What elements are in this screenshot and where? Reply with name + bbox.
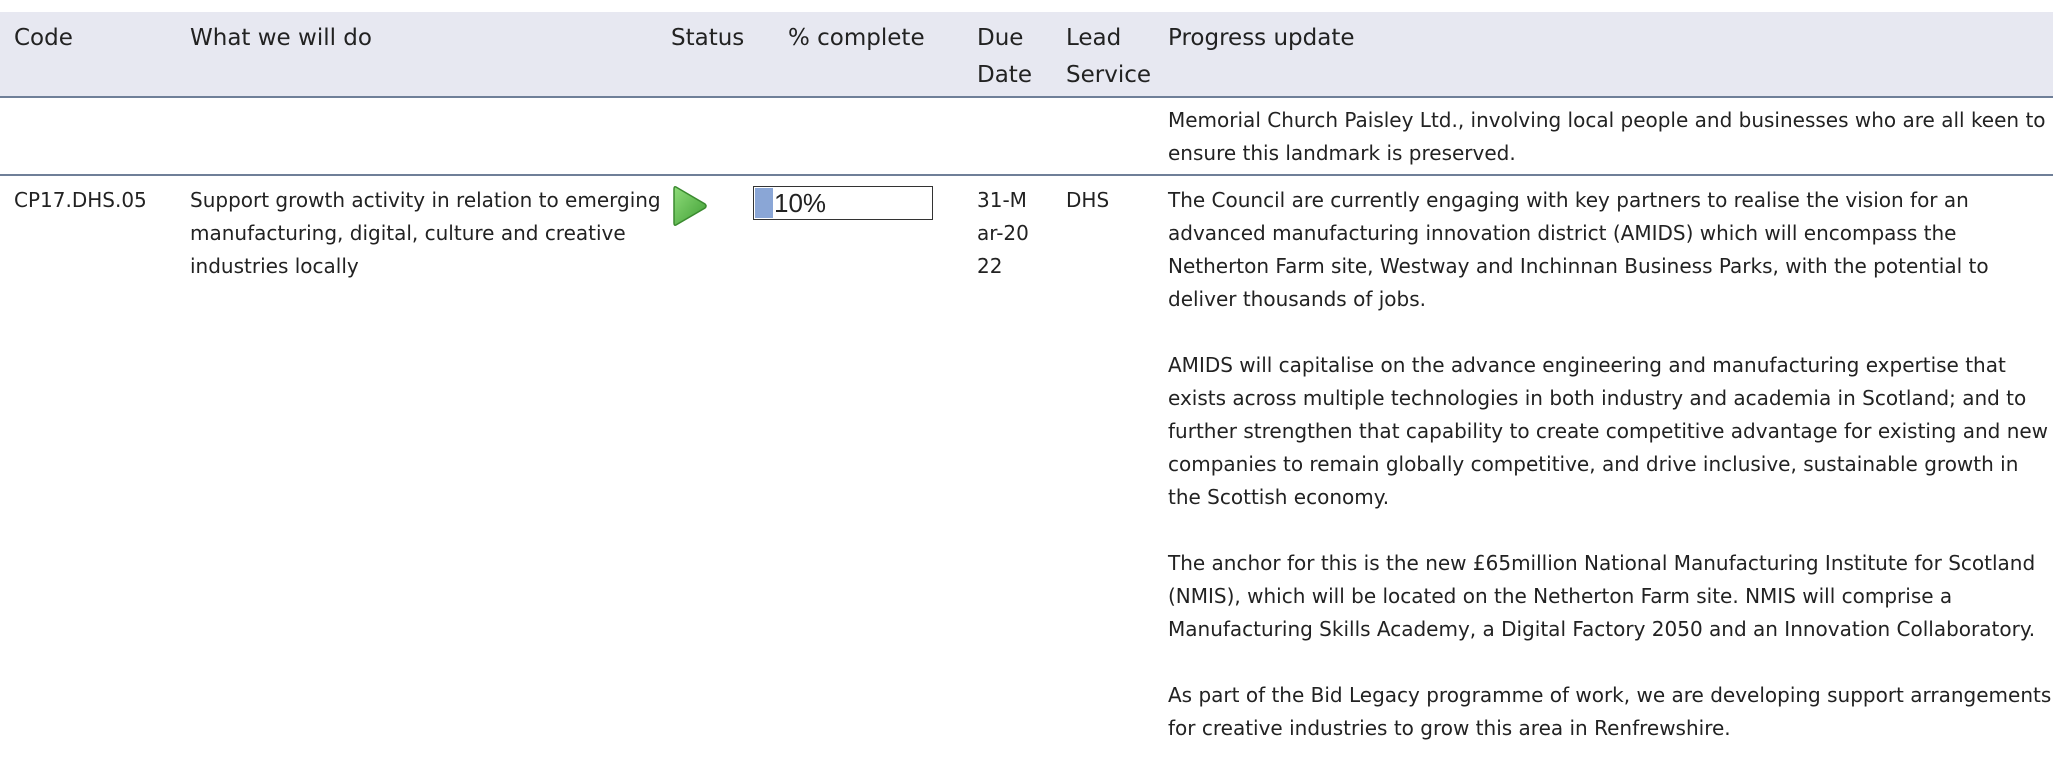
header-lead-service: Lead Service (1066, 25, 1152, 88)
header-due-date: Due Date (977, 25, 1032, 88)
table-row: CP17.DHS.05 Support growth activity in r… (0, 176, 2053, 775)
report-page: Code What we will do Status % complete D… (0, 0, 2053, 775)
progress-update-continued: Memorial Church Paisley Ltd., involving … (1168, 108, 2046, 165)
header-progress-update: Progress update (1168, 25, 1355, 51)
header-percent-complete: % complete (788, 25, 925, 51)
progress-paragraph: As part of the Bid Legacy programme of w… (1168, 683, 2052, 740)
row-lead-service: DHS (1066, 188, 1110, 212)
row-due-date: 31-Mar-2022 (977, 188, 1029, 278)
progress-paragraph: AMIDS will capitalise on the advance eng… (1168, 353, 2049, 509)
header-what-we-will-do: What we will do (190, 25, 372, 51)
progress-paragraph: The anchor for this is the new £65millio… (1168, 551, 2036, 641)
progress-bar-label: 10% (774, 188, 827, 218)
progress-bar: 10% (753, 186, 933, 220)
row-what-we-will-do: Support growth activity in relation to e… (190, 188, 661, 278)
header-code: Code (14, 25, 73, 51)
green-play-icon (673, 186, 707, 226)
table-header: Code What we will do Status % complete D… (0, 12, 2053, 98)
progress-bar-fill (755, 188, 773, 218)
progress-paragraph: The Council are currently engaging with … (1168, 188, 1989, 311)
table-row-continued: Memorial Church Paisley Ltd., involving … (0, 98, 2053, 176)
row-progress-update: The Council are currently engaging with … (1168, 184, 2053, 775)
header-status: Status (671, 25, 745, 51)
row-code: CP17.DHS.05 (14, 188, 147, 212)
